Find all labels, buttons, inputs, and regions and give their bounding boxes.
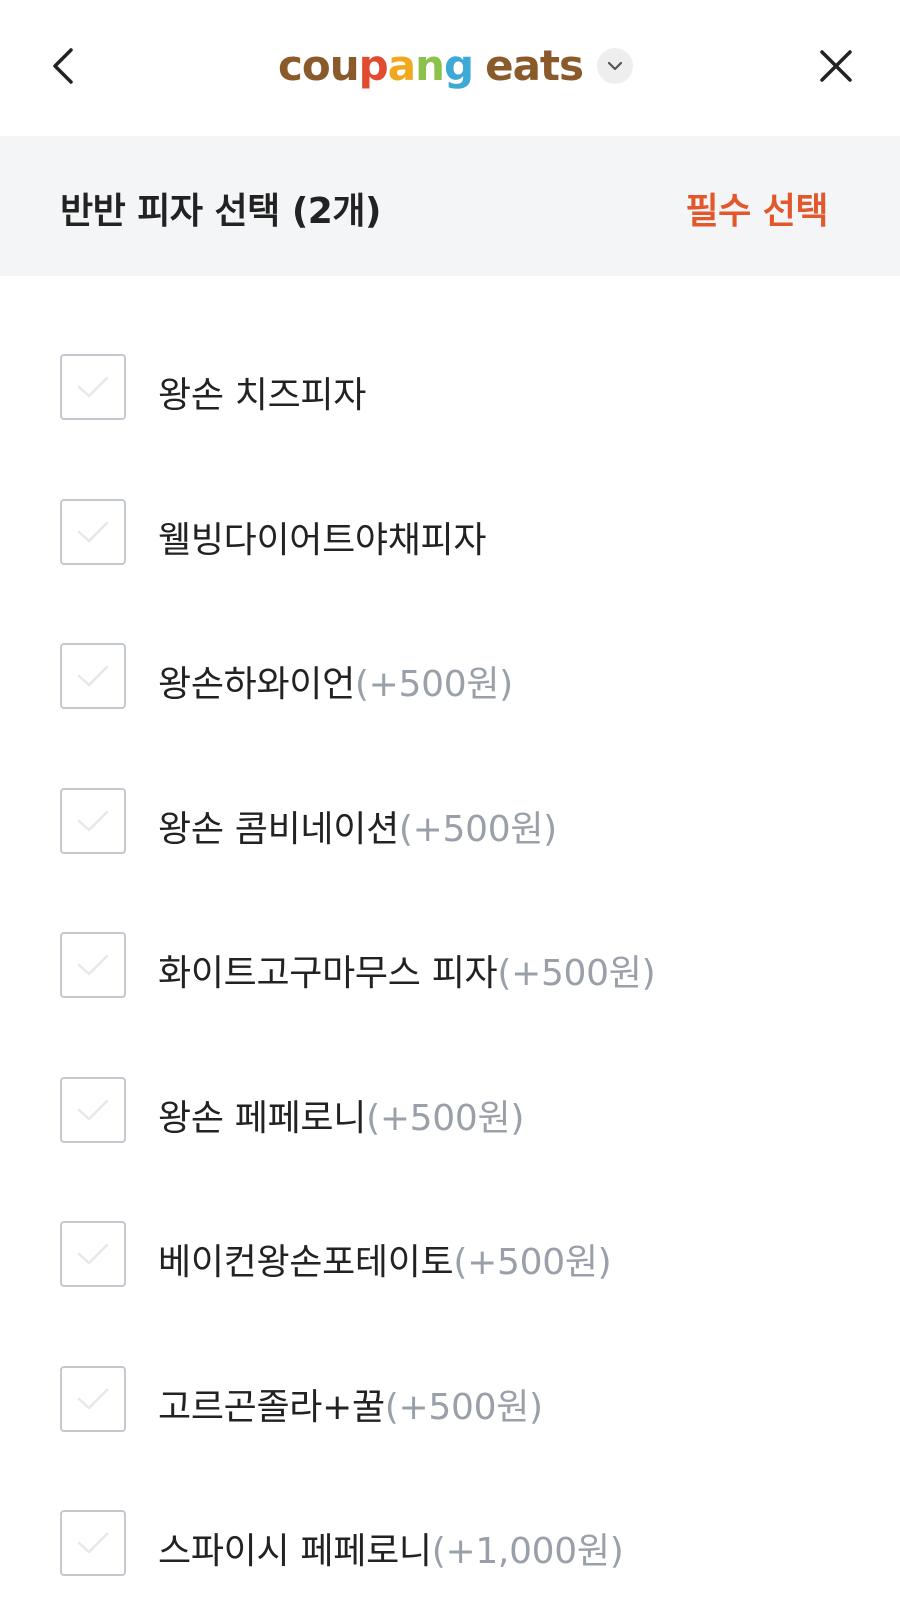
- checkmark-icon: [77, 1099, 109, 1120]
- option-name: 왕손 치즈피자: [158, 375, 367, 416]
- logo-letter: t: [539, 41, 560, 90]
- option-name: 베이컨왕손포테이토: [158, 1242, 454, 1283]
- option-checkbox[interactable]: [60, 932, 126, 998]
- option-checkbox[interactable]: [60, 1221, 126, 1287]
- option-name: 왕손 콤비네이션: [158, 808, 399, 850]
- checkmark-icon: [77, 954, 109, 976]
- option-name: 화이트고구마무스 피자: [158, 953, 498, 994]
- option-item[interactable]: 고르곤졸라+꿀(+500원): [0, 1328, 900, 1473]
- close-button[interactable]: [808, 38, 864, 94]
- option-item[interactable]: 왕손 페페로니(+500원): [0, 1039, 900, 1184]
- checkmark-icon: [77, 1388, 109, 1409]
- option-checkbox[interactable]: [60, 354, 126, 420]
- option-checkbox[interactable]: [60, 643, 126, 709]
- option-price: (+500원): [354, 664, 513, 705]
- logo-letter: o: [301, 41, 331, 90]
- option-label: 왕손하와이언(+500원): [158, 655, 513, 707]
- option-price: (+500원): [398, 808, 557, 850]
- option-group-header: 반반 피자 선택 (2개) 필수 선택: [0, 136, 900, 276]
- option-label: 왕손 페페로니(+500원): [158, 1089, 524, 1141]
- option-price: (+500원): [453, 1242, 612, 1283]
- option-name: 왕손하와이언: [158, 664, 355, 705]
- option-item[interactable]: 베이컨왕손포테이토(+500원): [0, 1183, 900, 1328]
- service-switch-button[interactable]: [597, 48, 633, 84]
- option-price: (+500원): [497, 953, 656, 994]
- checkmark-icon: [77, 376, 109, 398]
- option-label: 왕손 콤비네이션(+500원): [158, 800, 557, 852]
- checkmark-icon: [77, 665, 109, 687]
- app-header: coupang eats: [0, 0, 900, 136]
- option-item[interactable]: 왕손 콤비네이션(+500원): [0, 750, 900, 895]
- checkmark-icon: [77, 1243, 109, 1265]
- option-label: 스파이시 페페로니(+1,000원): [158, 1522, 624, 1574]
- option-item[interactable]: 왕손 치즈피자: [0, 316, 900, 461]
- checkmark-icon: [77, 521, 109, 542]
- logo-letter: n: [415, 41, 445, 90]
- logo-letter: g: [444, 41, 474, 90]
- option-label: 고르곤졸라+꿀(+500원): [158, 1378, 543, 1430]
- logo-letter: e: [485, 41, 513, 90]
- logo-letter: a: [387, 41, 416, 90]
- option-checkbox[interactable]: [60, 787, 126, 854]
- checkmark-icon: [77, 1532, 109, 1554]
- coupang-eats-logo: coupang eats: [278, 36, 633, 96]
- option-checkbox[interactable]: [60, 1365, 126, 1432]
- option-label: 화이트고구마무스 피자(+500원): [158, 944, 656, 996]
- chevron-down-icon: [607, 61, 623, 71]
- option-group-title: 반반 피자 선택 (2개): [60, 191, 381, 232]
- option-name: 고르곤졸라+꿀: [158, 1386, 385, 1428]
- logo-letter: c: [278, 41, 303, 90]
- logo-wordmark: coupang eats: [278, 41, 584, 90]
- option-name: 스파이시 페페로니: [158, 1531, 432, 1572]
- option-price: (+500원): [384, 1386, 543, 1428]
- option-item[interactable]: 왕손하와이언(+500원): [0, 605, 900, 750]
- option-label: 왕손 치즈피자: [158, 366, 366, 418]
- required-badge: 필수 선택: [685, 191, 828, 232]
- option-price: (+500원): [366, 1097, 525, 1139]
- option-label: 웰빙다이어트야채피자: [158, 511, 487, 563]
- option-item[interactable]: 화이트고구마무스 피자(+500원): [0, 894, 900, 1039]
- option-item[interactable]: 스파이시 페페로니(+1,000원): [0, 1472, 900, 1617]
- option-checkbox[interactable]: [60, 1076, 126, 1143]
- option-item[interactable]: 웰빙다이어트야채피자: [0, 461, 900, 606]
- option-price: (+1,000원): [431, 1531, 624, 1572]
- close-icon: [820, 50, 852, 82]
- option-list: 왕손 치즈피자 웰빙다이어트야채피자 왕손하와이언(+500원) 왕손 콤비네이션(+…: [0, 316, 900, 1617]
- back-button[interactable]: [36, 38, 92, 94]
- logo-letter: p: [358, 41, 389, 90]
- logo-letter: a: [512, 41, 541, 90]
- logo-letter: u: [329, 41, 360, 90]
- option-checkbox[interactable]: [60, 1510, 126, 1576]
- option-name: 왕손 페페로니: [158, 1097, 367, 1139]
- chevron-left-icon: [53, 48, 73, 84]
- checkmark-icon: [77, 810, 109, 831]
- option-name: 웰빙다이어트야채피자: [158, 519, 487, 561]
- logo-letter: s: [559, 41, 584, 90]
- option-checkbox[interactable]: [60, 498, 126, 565]
- option-label: 베이컨왕손포테이토(+500원): [158, 1233, 612, 1285]
